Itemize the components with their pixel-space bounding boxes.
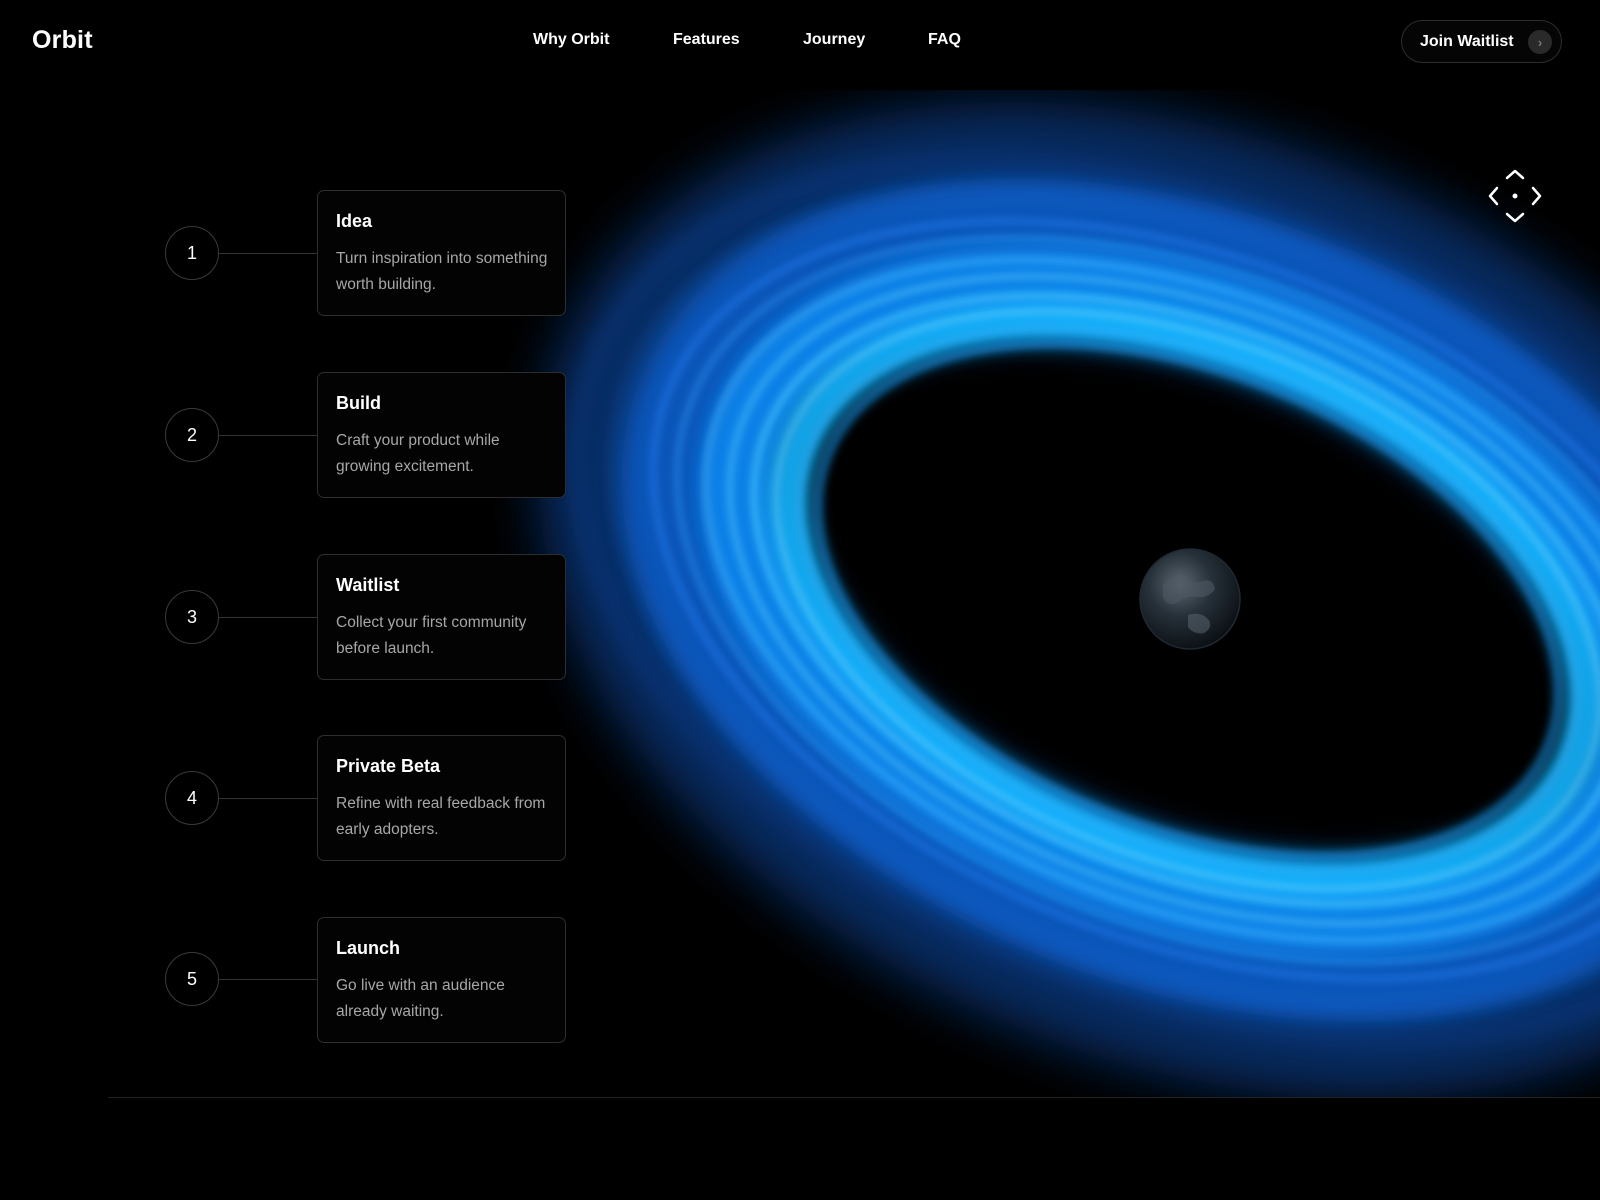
step-number-badge: 2 — [165, 408, 219, 462]
nav-link-features[interactable]: Features — [673, 31, 740, 49]
page: Orbit Why Orbit Features Journey FAQ Joi… — [0, 0, 1600, 1200]
step-connector — [219, 253, 317, 254]
nav-link-journey[interactable]: Journey — [803, 31, 865, 49]
step-card-launch: Launch Go live with an audience already … — [317, 917, 566, 1043]
move-arrows-graphic — [1488, 169, 1542, 223]
section-divider — [108, 1097, 1600, 1098]
nav-link-faq[interactable]: FAQ — [928, 31, 961, 49]
step-title: Idea — [336, 211, 373, 231]
move-arrows-icon[interactable] — [1483, 164, 1547, 228]
step-card-build: Build Craft your product while growing e… — [317, 372, 566, 498]
step-title: Launch — [336, 938, 401, 958]
step-card-idea: Idea Turn inspiration into something wor… — [317, 190, 566, 316]
step-title: Private Beta — [336, 756, 441, 776]
step-description: Go live with an audience already waiting… — [336, 977, 505, 1020]
main-nav: Why Orbit Features Journey FAQ — [0, 31, 1600, 55]
step-description: Turn inspiration into something worth bu… — [336, 250, 548, 293]
step-title: Build — [336, 393, 381, 413]
step-card-private-beta: Private Beta Refine with real feedback f… — [317, 735, 566, 861]
step-connector — [219, 798, 317, 799]
join-waitlist-button[interactable]: Join Waitlist › — [1401, 20, 1562, 63]
step-number-badge: 5 — [165, 952, 219, 1006]
step-number-badge: 4 — [165, 771, 219, 825]
planet-sphere — [1139, 548, 1241, 650]
step-title: Waitlist — [336, 575, 400, 595]
join-waitlist-label: Join Waitlist — [1420, 32, 1514, 50]
step-description: Refine with real feedback from early ado… — [336, 795, 546, 838]
step-connector — [219, 617, 317, 618]
step-connector — [219, 435, 317, 436]
step-card-waitlist: Waitlist Collect your first community be… — [317, 554, 566, 680]
step-number-badge: 1 — [165, 226, 219, 280]
chevron-right-icon: › — [1528, 30, 1552, 54]
step-connector — [219, 979, 317, 980]
step-description: Collect your first community before laun… — [336, 614, 527, 657]
step-description: Craft your product while growing excitem… — [336, 432, 500, 475]
step-number-badge: 3 — [165, 590, 219, 644]
nav-link-why-orbit[interactable]: Why Orbit — [533, 31, 609, 49]
